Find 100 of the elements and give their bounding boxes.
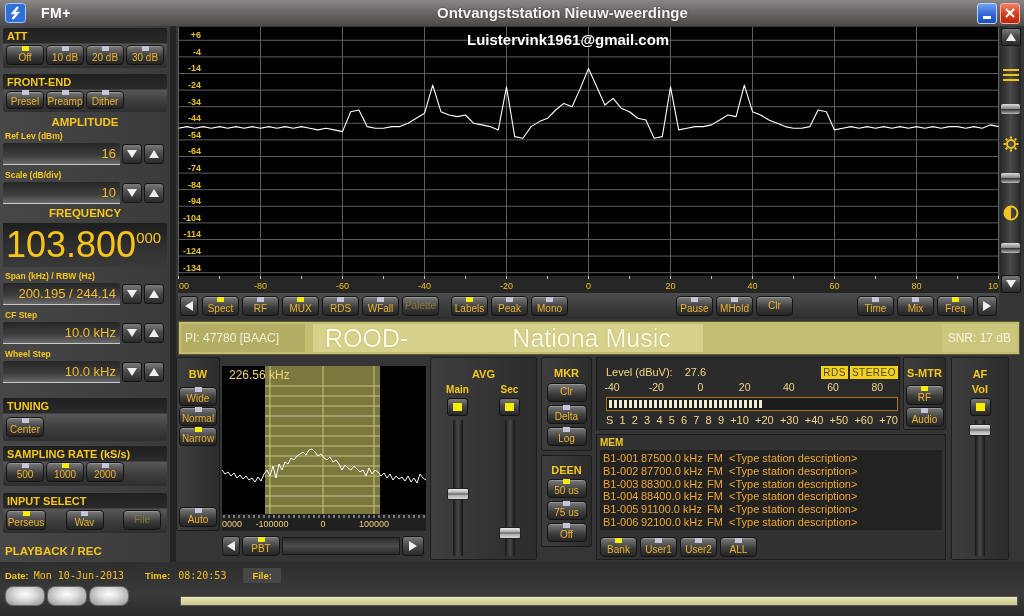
transport-button[interactable] [47, 586, 87, 606]
decrease-button[interactable] [122, 284, 142, 304]
averaging-toggle-button[interactable] [447, 398, 468, 416]
marker-button[interactable]: Log [546, 427, 587, 446]
value-field[interactable]: 10 [3, 182, 120, 204]
scroll-left-button[interactable] [222, 536, 240, 556]
mode-text: FM [707, 502, 723, 515]
display-option-button[interactable]: RF [242, 296, 279, 316]
value-field[interactable]: 10.0 kHz [3, 322, 120, 344]
slider-thumb[interactable] [446, 488, 469, 501]
bandwidth-button[interactable]: Narrow [179, 427, 217, 446]
mode-text: FM [707, 515, 723, 528]
value-field[interactable]: 10.0 kHz [3, 361, 120, 383]
description-text: <Type station description> [729, 490, 858, 503]
input-source-button[interactable]: Wav [65, 510, 104, 530]
de-emphasis-button[interactable]: 75 us [546, 501, 587, 520]
scroll-left-button[interactable] [180, 296, 198, 316]
memory-bank-button[interactable]: ALL [720, 537, 757, 557]
decrease-button[interactable] [122, 362, 142, 382]
decrease-button[interactable] [122, 183, 142, 203]
slider-thumb[interactable] [969, 423, 991, 436]
attenuator-button[interactable]: 20 dB [86, 45, 124, 65]
playback-position-track[interactable] [180, 596, 1018, 606]
value-field[interactable]: 16 [3, 143, 120, 165]
memory-bank-button[interactable]: User2 [680, 537, 717, 557]
slider-handle[interactable] [1001, 173, 1020, 184]
marker-button[interactable]: Delta [546, 405, 587, 424]
de-emphasis-button[interactable]: Off [546, 523, 587, 542]
bandwidth-button[interactable]: Wide [179, 387, 217, 406]
x-axis-label: 20 [665, 281, 676, 291]
x-axis-label: 0 [586, 281, 591, 291]
description-text: <Type station description> [729, 502, 858, 515]
value-field[interactable]: 200.195 / 244.14 [3, 283, 120, 305]
sampling-rate-button[interactable]: 1000 [46, 462, 84, 482]
sampling-rate-button[interactable]: 500 [6, 462, 44, 482]
pi-code-text: PI: 47780 [BAAC] [181, 324, 305, 352]
display-option-button[interactable]: WFall [362, 296, 399, 316]
volume-toggle-button[interactable] [969, 398, 991, 416]
close-button[interactable] [1000, 2, 1020, 24]
section-title: S-MTR [907, 367, 942, 380]
station-name-text: ROOD- [325, 323, 409, 353]
front-end-button[interactable]: Presel [6, 91, 44, 109]
averaging-toggle-button[interactable] [499, 398, 520, 416]
passband-slider-track[interactable] [282, 537, 400, 555]
memory-bank-button[interactable]: Bank [600, 537, 637, 557]
half-circle-icon[interactable] [1002, 205, 1019, 222]
memory-bank-button[interactable]: User1 [640, 537, 677, 557]
scroll-down-button[interactable] [1000, 274, 1021, 293]
slider-handle[interactable] [1001, 243, 1020, 254]
s-meter-mode-button[interactable]: Audio [905, 407, 944, 427]
marker-button[interactable]: Clr [546, 383, 587, 402]
field-label: Span (kHz) / RBW (Hz) [5, 271, 95, 281]
display-option-button[interactable]: MHold [716, 296, 753, 316]
display-option-button[interactable]: Time [857, 296, 894, 316]
display-option-button[interactable]: Peak [491, 296, 528, 316]
display-option-button[interactable]: Mono [531, 296, 568, 316]
passband-tuning-button[interactable]: PBT [242, 536, 280, 556]
slider-handle[interactable] [1001, 103, 1020, 114]
field-label: Scale (dB/div) [5, 170, 62, 180]
attenuator-button[interactable]: Off [6, 45, 44, 65]
scroll-up-button[interactable] [1000, 28, 1021, 46]
minimize-button[interactable] [977, 2, 997, 24]
tuning-button[interactable]: Center [6, 417, 44, 437]
input-source-button[interactable]: Perseus [6, 510, 46, 530]
attenuator-button[interactable]: 10 dB [46, 45, 84, 65]
section-title: ATT [6, 29, 28, 43]
decrease-button[interactable] [122, 144, 142, 164]
display-option-button[interactable]: Freq [937, 296, 974, 316]
increase-button[interactable] [144, 323, 164, 343]
display-option-button[interactable]: Spect [202, 296, 239, 316]
transport-button[interactable] [89, 586, 129, 606]
scroll-right-button[interactable] [402, 536, 424, 556]
scroll-right-button[interactable] [977, 296, 997, 316]
display-option-button[interactable]: Clr [756, 296, 793, 316]
slider-thumb[interactable] [498, 526, 521, 539]
increase-button[interactable] [144, 284, 164, 304]
de-emphasis-button[interactable]: 50 us [546, 479, 587, 498]
level-label: Level (dBuV): [606, 366, 673, 378]
sampling-rate-button[interactable]: 2000 [86, 462, 124, 482]
front-end-button[interactable]: Preamp [46, 91, 84, 109]
bandwidth-button[interactable]: Auto [179, 507, 217, 527]
attenuator-button[interactable]: 30 dB [126, 45, 164, 65]
increase-button[interactable] [144, 183, 164, 203]
front-end-button[interactable]: Dither [86, 91, 124, 109]
s-meter-mode-button[interactable]: RF [905, 385, 944, 405]
display-option-button[interactable]: MUX [282, 296, 319, 316]
section-title: AF [972, 368, 988, 381]
increase-button[interactable] [144, 362, 164, 382]
increase-button[interactable] [144, 144, 164, 164]
decrease-button[interactable] [122, 323, 142, 343]
sun-icon[interactable] [1002, 135, 1019, 152]
display-option-button[interactable]: RDS [322, 296, 359, 316]
display-option-button[interactable]: Mix [897, 296, 934, 316]
channel-text: B1-003 [603, 477, 639, 490]
display-option-button[interactable]: Labels [451, 296, 488, 316]
transport-button[interactable] [5, 586, 45, 606]
display-option-button[interactable]: Pause [676, 296, 713, 316]
right-triangle-icon [983, 301, 991, 311]
menu-icon[interactable] [1002, 67, 1019, 82]
bandwidth-button[interactable]: Normal [179, 407, 217, 426]
